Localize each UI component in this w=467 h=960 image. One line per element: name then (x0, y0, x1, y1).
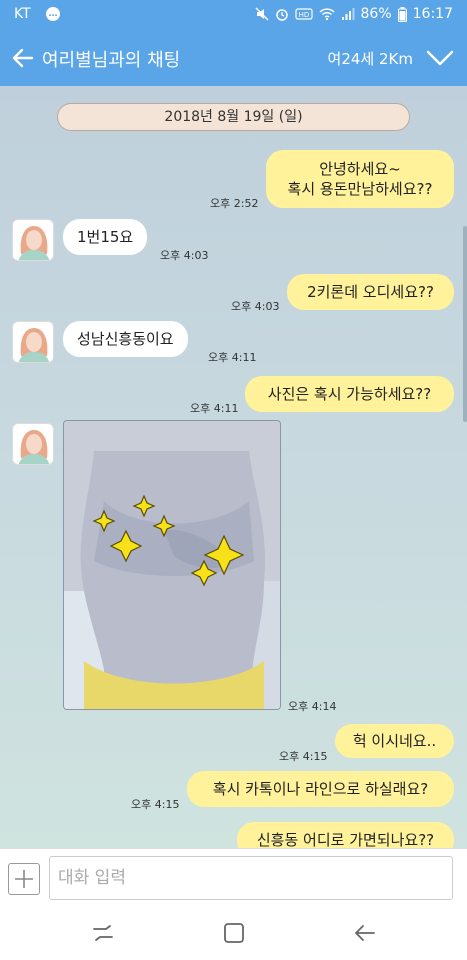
censored-photo-image (64, 421, 280, 709)
plus-icon (15, 870, 33, 888)
received-photo[interactable] (63, 420, 281, 710)
chevron-down-icon (426, 50, 454, 66)
battery-icon (397, 6, 407, 22)
svg-text:HD: HD (298, 11, 309, 19)
message-text: 헉 이시네요.. (352, 732, 437, 750)
carrier-label: KT (14, 6, 31, 22)
back-nav-icon[interactable] (352, 920, 378, 946)
kakaotalk-notification-icon: … (46, 7, 60, 21)
back-button[interactable] (8, 40, 38, 76)
partner-avatar[interactable] (12, 321, 54, 363)
home-icon[interactable] (221, 920, 247, 946)
back-arrow-icon (12, 48, 34, 68)
received-message-bubble[interactable]: 1번15요 (63, 219, 148, 255)
date-divider: 2018년 8월 19일 (일) (57, 103, 410, 131)
message-timestamp: 오후 4:15 (279, 750, 328, 763)
message-text: 신흥동 어디로 가면되나요?? (256, 831, 435, 848)
message-text: 혹시 카톡이나 라인으로 하실래요? (212, 780, 429, 798)
message-input-bar (0, 848, 467, 906)
partner-profile-info[interactable]: 여24세 2Km (328, 48, 413, 69)
clock: 16:17 (412, 6, 453, 22)
scrollbar-thumb[interactable] (463, 226, 467, 422)
message-text: 사진은 혹시 가능하세요?? (267, 385, 432, 403)
alarm-icon (275, 9, 288, 21)
chat-header: 여리별님과의 채팅 여24세 2Km (0, 30, 467, 86)
sent-message-bubble[interactable]: 신흥동 어디로 가면되나요?? (237, 822, 454, 848)
avatar-silhouette-icon (18, 226, 50, 260)
partner-avatar[interactable] (12, 423, 54, 465)
system-navigation-bar (0, 906, 467, 960)
avatar-silhouette-icon (18, 328, 50, 362)
message-timestamp: 오후 4:11 (190, 402, 239, 415)
message-line: 안녕하세요~ (319, 160, 401, 178)
mute-icon (254, 7, 269, 21)
sent-message-bubble[interactable]: 안녕하세요~ 혹시 용돈만남하세요?? (266, 150, 454, 208)
message-timestamp: 오후 4:11 (208, 351, 257, 364)
hd-voice-icon: HD (294, 8, 313, 20)
message-timestamp: 오후 4:03 (160, 249, 209, 262)
recent-apps-icon[interactable] (90, 920, 116, 946)
message-line: 혹시 용돈만남하세요?? (287, 180, 433, 198)
wifi-icon (318, 8, 335, 21)
message-text: 성남신흥동이요 (77, 330, 174, 348)
message-timestamp: 오후 4:14 (288, 700, 337, 713)
received-message-bubble[interactable]: 성남신흥동이요 (63, 321, 188, 357)
message-timestamp: 오후 2:52 (210, 197, 259, 210)
partner-avatar[interactable] (12, 219, 54, 261)
message-input[interactable] (49, 856, 453, 900)
message-timestamp: 오후 4:03 (231, 300, 280, 313)
expand-menu-button[interactable] (425, 44, 455, 72)
signal-icon (341, 8, 355, 20)
chat-message-area[interactable]: 2018년 8월 19일 (일) 안녕하세요~ 혹시 용돈만남하세요?? 오후 … (0, 86, 467, 848)
sent-message-bubble[interactable]: 헉 이시네요.. (335, 724, 454, 758)
status-bar: KT … HD 86% 16:17 (0, 0, 467, 30)
attach-plus-button[interactable] (8, 863, 40, 895)
message-timestamp: 오후 4:15 (131, 798, 180, 811)
sent-message-bubble[interactable]: 2키론데 오디세요?? (287, 274, 454, 310)
message-text: 2키론데 오디세요?? (307, 283, 434, 301)
message-text: 1번15요 (77, 228, 134, 246)
sent-message-bubble[interactable]: 혹시 카톡이나 라인으로 하실래요? (187, 771, 454, 807)
chat-title: 여리별님과의 채팅 (42, 50, 181, 71)
battery-percent: 86% (360, 6, 392, 22)
avatar-silhouette-icon (18, 430, 50, 464)
sent-message-bubble[interactable]: 사진은 혹시 가능하세요?? (245, 376, 454, 412)
